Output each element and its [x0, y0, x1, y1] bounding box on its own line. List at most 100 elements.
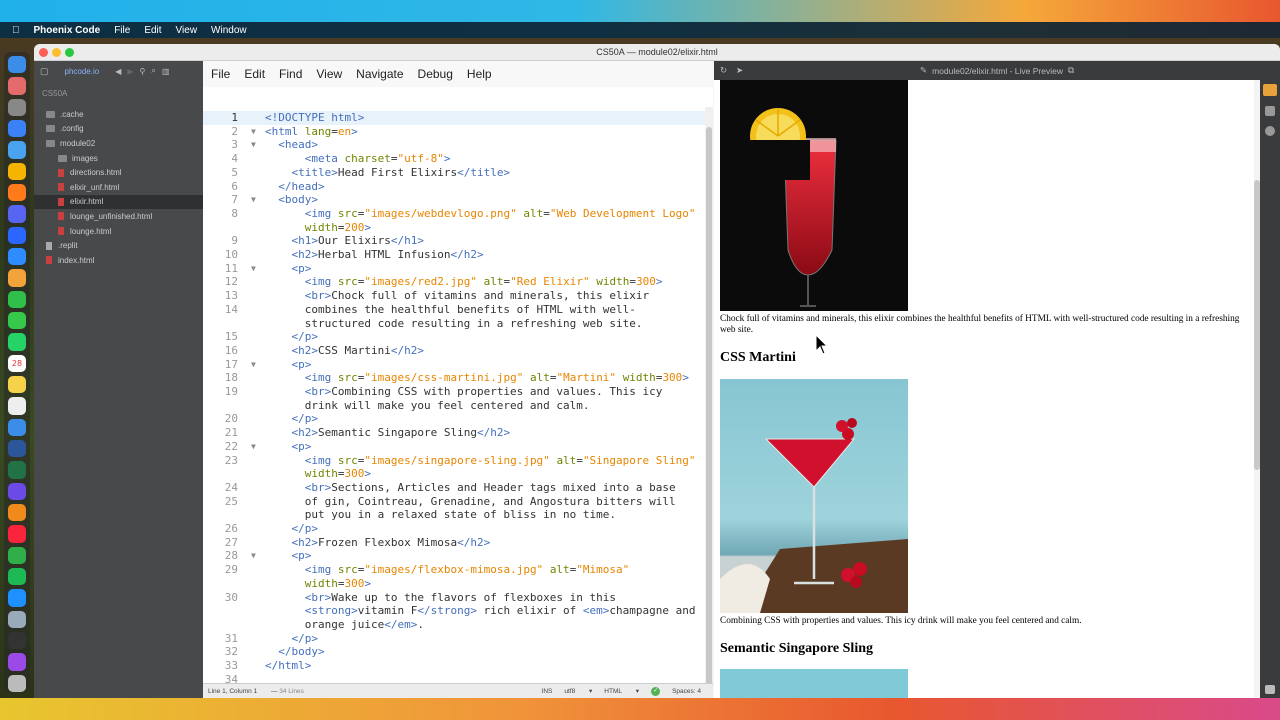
numbers-icon[interactable] [8, 546, 26, 564]
code-line[interactable]: 7 ▼ <body> [203, 193, 713, 207]
project-title[interactable]: CS50A [34, 81, 203, 107]
minimize-window-button[interactable] [52, 48, 61, 57]
split-view-icon[interactable]: ▥ [162, 67, 170, 76]
tree-item[interactable]: directions.html [34, 165, 203, 180]
finder2-icon[interactable] [8, 418, 26, 437]
code-line[interactable]: 6 </head> [203, 180, 713, 194]
tree-item[interactable]: .config [34, 122, 203, 137]
line-number[interactable]: 32 [203, 645, 238, 659]
close-window-button[interactable] [39, 48, 48, 57]
code-line[interactable]: 32 </body> [203, 645, 713, 659]
code-line[interactable]: 30 <br>Wake up to the flavors of flexbox… [203, 591, 713, 605]
tree-item[interactable]: elixir.html [34, 194, 203, 210]
zoom-window-button[interactable] [65, 48, 74, 57]
menubar-item-edit[interactable]: Edit [144, 25, 161, 36]
music-icon[interactable] [8, 525, 26, 543]
line-number[interactable]: 16 [203, 344, 238, 358]
search-icon[interactable]: ⌕ [151, 66, 155, 76]
monitor-icon[interactable] [8, 631, 26, 650]
notes-icon[interactable] [8, 375, 26, 394]
excel-icon[interactable] [8, 461, 26, 479]
line-number[interactable]: 20 [203, 412, 238, 426]
apple-icon[interactable]:  [12, 25, 20, 36]
editor-menu-help[interactable]: Help [467, 67, 492, 81]
sidebar-toggle-icon[interactable]: ▢ [40, 66, 49, 77]
line-number[interactable]: 7 [203, 193, 238, 207]
arc-icon[interactable] [8, 226, 26, 245]
cursor-position[interactable]: Line 1, Column 1 — 34 Lines [208, 688, 304, 695]
code-line[interactable]: 28 ▼ <p> [203, 549, 713, 563]
whatsapp-icon[interactable] [8, 333, 26, 351]
code-line[interactable]: 17 ▼ <p> [203, 358, 713, 372]
tree-item[interactable]: images [34, 151, 203, 166]
tree-item[interactable]: .replit [34, 238, 203, 253]
code-line[interactable]: <strong>vitamin F</strong> rich elixir o… [203, 604, 713, 618]
tree-item[interactable]: lounge_unfinished.html [34, 209, 203, 224]
code-line[interactable]: 25 of gin, Cointreau, Grenadine, and Ang… [203, 495, 713, 509]
editor-menu-view[interactable]: View [316, 67, 342, 81]
line-number[interactable]: 5 [203, 166, 238, 180]
chat-icon[interactable] [1265, 685, 1275, 694]
tree-item[interactable]: index.html [34, 253, 203, 268]
code-line[interactable]: 1 <!DOCTYPE html> [203, 111, 713, 125]
line-number[interactable]: 8 [203, 207, 238, 221]
code-line[interactable]: 29 <img src="images/flexbox-mimosa.jpg" … [203, 563, 713, 577]
music2-icon[interactable] [8, 482, 26, 500]
line-number[interactable]: 1 [203, 111, 238, 125]
line-number[interactable]: 19 [203, 385, 238, 399]
editor-menu-debug[interactable]: Debug [418, 67, 453, 81]
code-line[interactable]: 22 ▼ <p> [203, 440, 713, 454]
site-link[interactable]: phcode.io [65, 67, 100, 76]
code-line[interactable]: 31 </p> [203, 632, 713, 646]
line-number[interactable]: 14 [203, 303, 238, 317]
launchpad-icon[interactable] [8, 77, 26, 95]
line-number[interactable]: 6 [203, 180, 238, 194]
line-number[interactable]: 24 [203, 481, 238, 495]
line-number[interactable]: 28 [203, 549, 238, 563]
code-line[interactable]: 20 </p> [203, 412, 713, 426]
forward-arrow-icon[interactable]: ▶ [127, 67, 133, 76]
pin-icon[interactable]: ✎ [920, 65, 927, 76]
code-line[interactable]: structured code resulting in a refreshin… [203, 317, 713, 331]
pointer-mode-icon[interactable]: ➤ [736, 65, 743, 76]
tree-item[interactable]: lounge.html [34, 224, 203, 239]
code-line[interactable]: 33 </html> [203, 659, 713, 673]
code-area[interactable]: 1 <!DOCTYPE html> 2 ▼ <html lang=en> 3 ▼ <head… [203, 107, 713, 686]
editor-scrollbar[interactable] [705, 107, 713, 687]
preview-icon[interactable] [8, 610, 26, 628]
line-number[interactable]: 33 [203, 659, 238, 673]
code-line[interactable]: 26 </p> [203, 522, 713, 536]
code-line[interactable]: orange juice</em>. [203, 618, 713, 632]
code-line[interactable]: 10 <h2>Herbal HTML Infusion</h2> [203, 248, 713, 262]
code-line[interactable]: 19 <br>Combining CSS with properties and… [203, 385, 713, 399]
fold-arrow-icon[interactable]: ▼ [251, 262, 256, 276]
line-number[interactable]: 30 [203, 591, 238, 605]
binoculars-icon[interactable]: ⚲ [140, 67, 146, 76]
share-icon[interactable] [1265, 126, 1275, 136]
discord-icon[interactable] [8, 205, 26, 223]
line-number[interactable]: 18 [203, 371, 238, 385]
appstore-icon[interactable] [8, 589, 26, 607]
editor-menu-edit[interactable]: Edit [244, 67, 265, 81]
fold-arrow-icon[interactable]: ▼ [251, 138, 256, 152]
line-number[interactable]: 2 [203, 125, 238, 139]
code-line[interactable]: 27 <h2>Frozen Flexbox Mimosa</h2> [203, 536, 713, 550]
line-number[interactable]: 9 [203, 234, 238, 248]
indent-setting[interactable]: Spaces: 4 [672, 688, 701, 695]
fold-arrow-icon[interactable]: ▼ [251, 125, 256, 139]
code-line[interactable]: drink will make you feel centered and ca… [203, 399, 713, 413]
podcasts-icon[interactable] [8, 653, 26, 671]
code-line[interactable]: 21 <h2>Semantic Singapore Sling</h2> [203, 426, 713, 440]
tree-item[interactable]: elixir_unf.html [34, 180, 203, 195]
settings-icon[interactable] [8, 98, 26, 117]
menubar-item-window[interactable]: Window [211, 25, 247, 36]
safari-icon[interactable] [8, 141, 26, 159]
line-number[interactable]: 31 [203, 632, 238, 646]
extension-icon[interactable] [1265, 106, 1275, 116]
live-preview-toggle-icon[interactable] [1263, 84, 1277, 96]
reminders-icon[interactable] [8, 397, 26, 415]
code-line[interactable]: width=300> [203, 577, 713, 591]
code-line[interactable]: 24 <br>Sections, Articles and Header tag… [203, 481, 713, 495]
tree-item[interactable]: module02 [34, 136, 203, 151]
code-line[interactable]: 18 <img src="images/css-martini.jpg" alt… [203, 371, 713, 385]
